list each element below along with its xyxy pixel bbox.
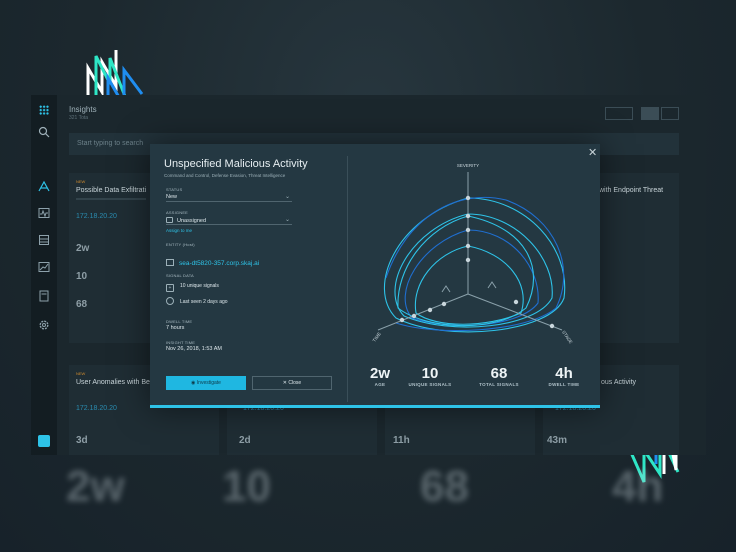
status-select[interactable]: New ⌄ [166,193,292,202]
grid-icon[interactable] [39,105,49,115]
sort-dropdown[interactable] [605,107,633,120]
card-stat: 3d [76,435,88,446]
kpi-value: 10 [421,365,439,382]
entity-label: ENTITY (Host) [166,242,195,247]
divider [347,156,348,402]
signal-label: SIGNAL DATA [166,273,194,278]
modal-subtitle: Command and Control, Defense Evasion, Th… [164,173,286,178]
list-view-button[interactable] [661,107,679,120]
card-ip[interactable]: 172.18.20.20 [76,405,117,412]
search-icon[interactable] [38,126,50,138]
bg-stat: 2w [66,462,125,511]
card-stat: 11h [393,435,410,446]
card-title: Possible Data Exfiltrati [76,187,147,194]
kpi-value: 4h [555,365,573,382]
kpi-label: TOTAL SIGNALS [479,382,519,387]
gear-icon[interactable] [38,319,50,331]
signal-count-row: +10 unique signals [166,283,219,292]
background-stats: 2w 10 68 4h [0,462,736,542]
kpi-value: 2w [369,365,390,382]
kpi-unique-signals: 10 UNIQUE SIGNALS [405,365,455,387]
card-stat: 68 [76,299,88,310]
user-icon [166,217,173,223]
page-title: Insights [69,105,97,114]
insight-modal: ✕ Unspecified Malicious Activity Command… [150,144,600,408]
database-icon[interactable] [38,234,50,246]
chart-icon[interactable] [38,261,50,273]
modal-accent-bar [150,405,600,408]
entity-host[interactable]: sea-dt5820-357.corp.skaj.ai [166,252,259,267]
entity-value: sea-dt5820-357.corp.skaj.ai [179,260,260,267]
investigate-label: Investigate [196,380,221,386]
kpi-age: 2w AGE [355,365,405,387]
insights-icon[interactable] [38,180,50,192]
page-subtitle: 321 Tota [69,115,89,121]
sidebar [31,95,57,455]
kpi-total-signals: 68 TOTAL SIGNALS [474,365,524,387]
investigate-button[interactable]: ◉ Investigate [166,376,246,390]
pulse-icon[interactable] [38,207,50,219]
kpi-label: UNIQUE SIGNALS [408,382,452,387]
card-title: User Anomalies with Be [76,379,150,386]
signal-icon: + [166,284,174,292]
kpi-label: AGE [374,382,386,387]
close-label: Close [288,380,302,386]
reports-icon[interactable] [38,290,50,302]
card-stat: 2w [76,243,90,254]
chevron-down-icon: ⌄ [284,194,290,200]
last-seen-row: Last seen 2 days ago [166,297,228,305]
card-title: ous Activity [601,379,637,386]
card-stat: 10 [76,271,88,282]
card-stat: 2d [239,435,251,446]
new-badge: NEW [76,371,86,376]
signal-count: 10 unique signals [180,283,219,289]
card-ip[interactable]: 172.18.20.20 [76,213,117,220]
card-stat: 43m [547,435,568,446]
host-icon [166,259,174,266]
close-button[interactable]: ✕ Close [252,376,332,390]
assign-to-me-link[interactable]: Assign to me [166,228,192,233]
axis-label-stage: STAGE [561,330,574,345]
dwell-value: 7 hours [166,325,185,331]
kpi-value: 68 [490,365,508,382]
insight-time-value: Nov 26, 2018, 1:53 AM [166,346,222,352]
bg-stat: 4h [612,462,664,511]
axis-label-severity: SEVERITY [457,163,479,168]
assignee-value: Unassigned [177,218,207,224]
assignee-select[interactable]: Unassigned ⌄ [166,216,292,225]
assignee-label: ASSIGNEE [166,210,189,215]
kpi-dwell-time: 4h DWELL TIME [539,365,589,387]
bg-stat: 10 [222,462,271,511]
new-badge: NEW [76,179,86,184]
search-placeholder: Start typing to search [77,140,144,147]
kpi-label: DWELL TIME [548,382,580,387]
chevron-down-icon: ⌄ [284,217,290,223]
dwell-label: DWELL TIME [166,319,193,324]
status-label: STATUS [166,187,183,192]
status-value: New [166,194,178,200]
last-seen: Last seen 2 days ago [180,299,228,305]
card-description [76,198,146,200]
modal-title: Unspecified Malicious Activity [164,158,308,170]
grid-view-button[interactable] [641,107,659,120]
clock-icon [166,297,174,305]
card-title: with Endpoint Threat [599,187,664,194]
insight-time-label: INSIGHT TIME [166,340,196,345]
axis-label-time: TIME [372,331,382,343]
avatar[interactable] [38,435,50,447]
bg-stat: 68 [420,462,469,511]
radar-chart: SEVERITY TIME STAGE [372,163,574,345]
